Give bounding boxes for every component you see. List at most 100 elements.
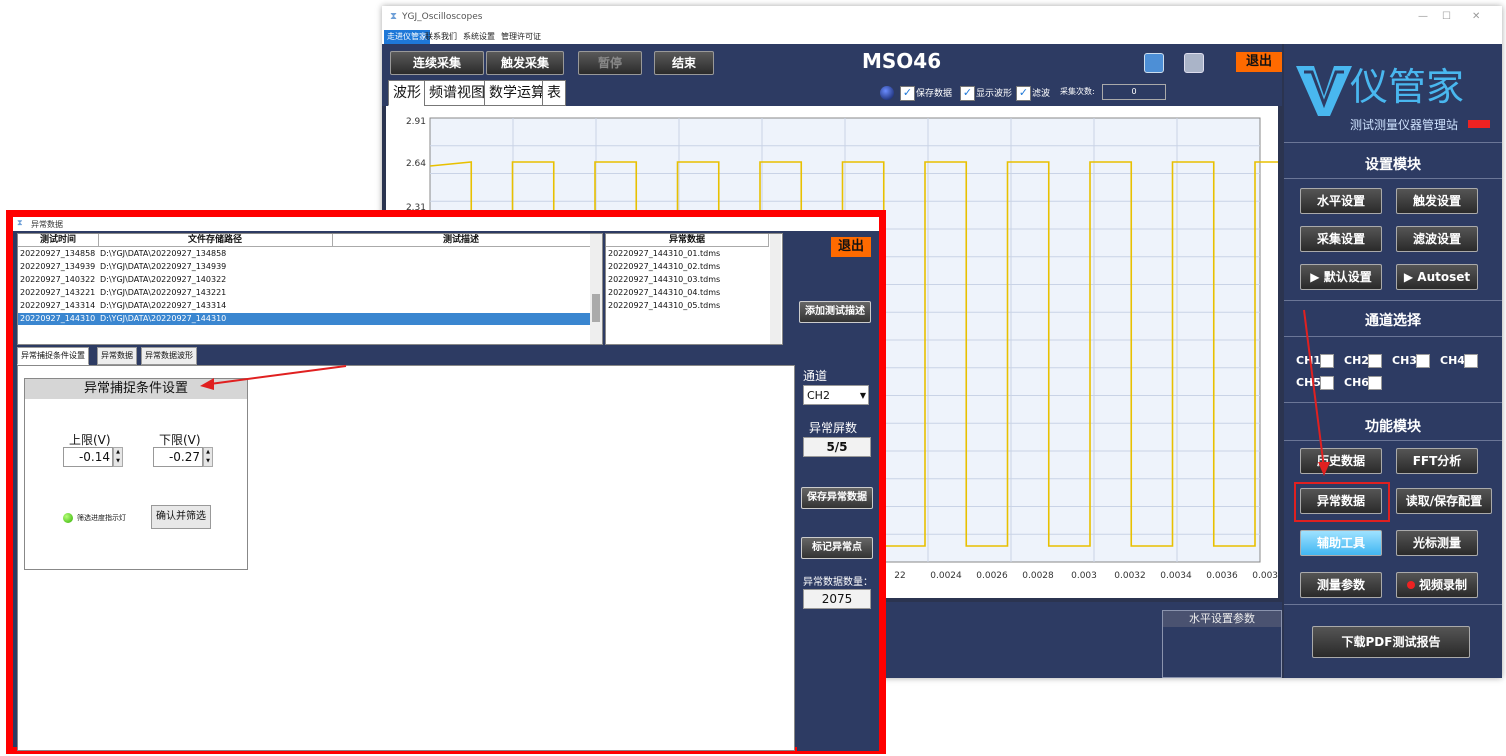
filter-checkbox[interactable]: ✓ [1016, 86, 1031, 101]
filter-settings-button[interactable]: 滤波设置 [1396, 226, 1478, 252]
abnormal-data-button[interactable]: 异常数据 [1300, 488, 1382, 514]
count-value[interactable]: 0 [1102, 84, 1166, 100]
file-item[interactable]: 20220927_144310_04.tdms [608, 287, 766, 299]
autoset-button[interactable]: ▶ Autoset [1396, 264, 1478, 290]
cell-time: 20220927_143221 [20, 288, 96, 297]
add-description-button[interactable]: 添加测试描述 [799, 301, 871, 323]
table-row[interactable]: 20220927_134939 D:\YGJ\DATA\20220927_1349… [18, 261, 590, 273]
menu-license[interactable]: 管理许可证 [498, 30, 544, 44]
dialog-title: 异常数据 [31, 220, 63, 229]
ch2-label: CH2 [1344, 354, 1369, 367]
y-tick-label: 2.91 [406, 117, 426, 127]
table-scrollbar[interactable] [590, 234, 602, 344]
cursor-measure-button[interactable]: 光标测量 [1396, 530, 1478, 556]
x-tick-label: 0.003 [1071, 571, 1097, 581]
dialog-app-icon: ⧗ [17, 218, 23, 227]
files-scrollbar[interactable] [770, 234, 781, 344]
table-row[interactable]: 20220927_134858 D:\YGJ\DATA\20220927_1348… [18, 248, 590, 260]
save-data-checkbox[interactable]: ✓ [900, 86, 915, 101]
tab-math[interactable]: 数学运算 [484, 80, 550, 106]
lower-limit-input[interactable]: -0.27 [153, 447, 203, 467]
channel-select-value: CH2 [807, 389, 830, 402]
status-led-icon [880, 86, 894, 100]
tab-waveform[interactable]: 波形 [388, 80, 426, 106]
end-button[interactable]: 结束 [654, 51, 714, 75]
test-records-table[interactable]: 测试时间 文件存储路径 测试描述 20220927_134858 D:\YGJ\D… [17, 233, 603, 345]
x-tick-label: 22 [894, 571, 905, 581]
files-header: 异常数据 [606, 234, 769, 247]
lower-limit-stepper[interactable]: ▲ ▼ [203, 447, 213, 467]
video-record-button[interactable]: 视频录制 [1396, 572, 1478, 598]
table-row[interactable]: 20220927_143314 D:\YGJ\DATA\20220927_1433… [18, 300, 590, 312]
channel-select[interactable]: CH2 ▼ [803, 385, 869, 405]
confirm-filter-button[interactable]: 确认并筛选 [151, 505, 211, 529]
annotation-arrow-left [200, 365, 347, 390]
y-tick-label: 2.64 [406, 159, 426, 169]
maximize-icon[interactable]: ☐ [1442, 11, 1451, 22]
ch6-checkbox[interactable] [1368, 376, 1382, 390]
upper-limit-input[interactable]: -0.14 [63, 447, 113, 467]
channel-label: 通道 [803, 369, 828, 383]
continuous-acquire-button[interactable]: 连续采集 [390, 51, 484, 75]
window-title: YGJ_Oscilloscopes [402, 12, 483, 22]
trigger-acquire-button[interactable]: 触发采集 [486, 51, 564, 75]
show-wave-label: 显示波形 [976, 89, 1013, 99]
annotation-arrow-right [1303, 309, 1330, 476]
measure-params-button[interactable]: 测量参数 [1300, 572, 1382, 598]
default-settings-button[interactable]: ▶ 默认设置 [1300, 264, 1382, 290]
horizontal-settings-button[interactable]: 水平设置 [1300, 188, 1382, 214]
cell-path: D:\YGJ\DATA\20220927_134939 [100, 262, 227, 271]
table-row[interactable]: 20220927_143221 D:\YGJ\DATA\20220927_1432… [18, 287, 590, 299]
screens-value: 5/5 [803, 437, 871, 457]
download-pdf-button[interactable]: 下载PDF测试报告 [1312, 626, 1470, 658]
cell-time: 20220927_134939 [20, 262, 96, 271]
table-scroll-thumb[interactable] [592, 294, 600, 322]
table-row[interactable]: 20220927_144310 D:\YGJ\DATA\20220927_1443… [18, 313, 590, 325]
close-icon[interactable]: ✕ [1472, 11, 1480, 22]
pause-button[interactable]: 暂停 [578, 51, 642, 75]
tab-abnormal-data[interactable]: 异常数据 [97, 347, 137, 365]
acquire-settings-button[interactable]: 采集设置 [1300, 226, 1382, 252]
dialog-tabs: 异常捕捉条件设置 异常数据 异常数据波形 [17, 347, 797, 365]
logo: 仪管家 测试测量仪器管理站 [1294, 54, 1494, 134]
load-save-config-button[interactable]: 读取/保存配置 [1396, 488, 1492, 514]
tab-capture-conditions[interactable]: 异常捕捉条件设置 [17, 347, 89, 365]
menu-contact[interactable]: 联系我们 [422, 30, 460, 44]
file-item[interactable]: 20220927_144310_02.tdms [608, 261, 766, 273]
fft-analysis-button[interactable]: FFT分析 [1396, 448, 1478, 474]
logo-text: 仪管家 [1350, 65, 1465, 109]
progress-indicator-icon [63, 513, 73, 523]
tab-table[interactable]: 表 [542, 80, 566, 106]
ch6-label: CH6 [1344, 376, 1369, 389]
file-item[interactable]: 20220927_144310_01.tdms [608, 248, 766, 260]
file-item[interactable]: 20220927_144310_03.tdms [608, 274, 766, 286]
aux-tools-button[interactable]: 辅助工具 [1300, 530, 1382, 556]
show-wave-checkbox[interactable]: ✓ [960, 86, 975, 101]
divider [1284, 142, 1502, 143]
save-data-label: 保存数据 [916, 89, 953, 99]
save-abnormal-button[interactable]: 保存异常数据 [801, 487, 873, 509]
mark-abnormal-button[interactable]: 标记异常点 [801, 537, 873, 559]
abnormal-files-list[interactable]: 异常数据 20220927_144310_01.tdms 20220927_14… [605, 233, 783, 345]
toolbar: 连续采集 触发采集 暂停 结束 MSO46 退出 [382, 44, 1282, 78]
exit-button[interactable]: 退出 [1236, 52, 1282, 72]
tab-abnormal-waveform[interactable]: 异常数据波形 [141, 347, 197, 365]
upper-limit-stepper[interactable]: ▲ ▼ [113, 447, 123, 467]
ch2-checkbox[interactable] [1368, 354, 1382, 368]
menu-settings[interactable]: 系统设置 [460, 30, 498, 44]
record-dot-icon [1406, 581, 1415, 589]
minimize-icon[interactable]: — [1418, 11, 1428, 22]
filter-label: 滤波 [1032, 89, 1051, 99]
x-tick-label: 0.0026 [976, 571, 1008, 581]
dialog-exit-button[interactable]: 退出 [831, 237, 871, 257]
ch3-checkbox[interactable] [1416, 354, 1430, 368]
upper-limit-label: 上限(V) [69, 433, 111, 447]
ch4-checkbox[interactable] [1464, 354, 1478, 368]
file-item[interactable]: 20220927_144310_05.tdms [608, 300, 766, 312]
cell-path: D:\YGJ\DATA\20220927_143221 [100, 288, 227, 297]
table-row[interactable]: 20220927_140322 D:\YGJ\DATA\20220927_1403… [18, 274, 590, 286]
trigger-settings-button[interactable]: 触发设置 [1396, 188, 1478, 214]
tab-spectrum[interactable]: 频谱视图 [424, 80, 490, 106]
gear-icon[interactable] [1184, 53, 1204, 73]
refresh-icon[interactable] [1144, 53, 1164, 73]
